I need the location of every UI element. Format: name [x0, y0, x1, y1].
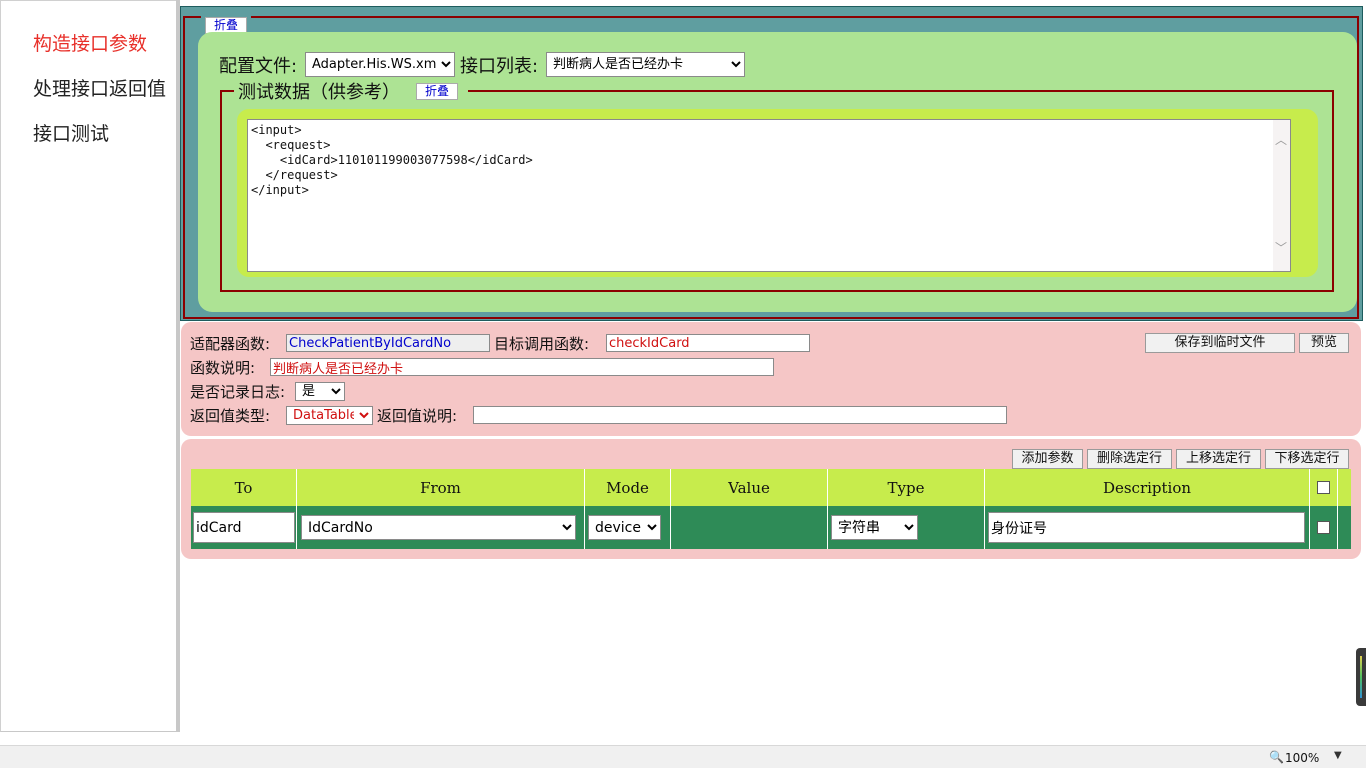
main-content: 折叠 配置文件: Adapter.His.WS.xml 接口列表: 判断病人是否… — [180, 0, 1366, 732]
nav-item-build-params[interactable]: 构造接口参数 — [33, 29, 147, 56]
interface-list-label: 接口列表: — [460, 56, 539, 77]
config-file-label: 配置文件: — [219, 56, 298, 77]
test-data-fieldset: 测试数据（供参考） 折叠 <input> <request> <idCard>1… — [220, 80, 1334, 292]
side-panel-handle[interactable] — [1356, 648, 1366, 706]
test-data-legend: 测试数据（供参考） — [238, 82, 400, 103]
row-from-select[interactable]: IdCardNo — [301, 515, 576, 540]
config-file-select[interactable]: Adapter.His.WS.xml — [305, 52, 455, 77]
col-header-to: To — [191, 469, 297, 506]
scroll-down-icon[interactable]: ﹀ — [1275, 242, 1287, 254]
zoom-icon[interactable]: 🔍 — [1269, 750, 1284, 764]
config-box: 配置文件: Adapter.His.WS.xml 接口列表: 判断病人是否已经办… — [198, 32, 1357, 312]
row-value-cell[interactable] — [671, 506, 828, 549]
row-to-input[interactable] — [193, 512, 295, 543]
return-desc-input[interactable] — [473, 406, 1007, 424]
move-down-button[interactable]: 下移选定行 — [1265, 449, 1349, 469]
col-header-description: Description — [985, 469, 1310, 506]
delete-row-button[interactable]: 删除选定行 — [1087, 449, 1172, 469]
zoom-level[interactable]: 100% — [1285, 751, 1319, 765]
row-description-input[interactable] — [988, 512, 1305, 543]
col-header-value: Value — [671, 469, 828, 506]
interface-list-select[interactable]: 判断病人是否已经办卡 — [546, 52, 745, 77]
function-desc-label: 函数说明: — [190, 359, 256, 377]
col-header-select — [1310, 469, 1338, 506]
function-desc-input[interactable] — [270, 358, 774, 376]
row-select-checkbox[interactable] — [1317, 521, 1330, 534]
test-data-box: <input> <request> <idCard>11010119900307… — [237, 109, 1318, 277]
adapter-function-label: 适配器函数: — [190, 335, 271, 353]
adapter-function-input[interactable] — [286, 334, 490, 352]
save-temp-file-button[interactable]: 保存到临时文件 — [1145, 333, 1295, 353]
params-table: To From Mode Value Type Description IdCa… — [191, 469, 1351, 549]
col-header-type: Type — [828, 469, 985, 506]
return-desc-label: 返回值说明: — [377, 407, 458, 425]
preview-button[interactable]: 预览 — [1299, 333, 1349, 353]
target-function-input[interactable] — [606, 334, 810, 352]
config-panel: 折叠 配置文件: Adapter.His.WS.xml 接口列表: 判断病人是否… — [180, 6, 1363, 321]
params-panel: 添加参数 删除选定行 上移选定行 下移选定行 To From Mode Valu… — [181, 439, 1361, 559]
textarea-scrollbar[interactable]: ︿ ﹀ — [1273, 120, 1290, 271]
left-nav: 构造接口参数 处理接口返回值 接口测试 — [0, 0, 176, 732]
nav-item-handle-return[interactable]: 处理接口返回值 — [33, 74, 166, 101]
target-function-label: 目标调用函数: — [494, 335, 590, 353]
test-data-xml: <input> <request> <idCard>11010119900307… — [251, 123, 533, 197]
log-select[interactable]: 是 — [295, 382, 345, 401]
move-up-button[interactable]: 上移选定行 — [1176, 449, 1261, 469]
col-header-from: From — [297, 469, 585, 506]
scroll-up-icon[interactable]: ︿ — [1275, 134, 1287, 146]
log-label: 是否记录日志: — [190, 383, 286, 401]
test-data-textarea[interactable]: <input> <request> <idCard>11010119900307… — [247, 119, 1291, 272]
collapse-test-data-button[interactable]: 折叠 — [416, 83, 459, 100]
add-param-button[interactable]: 添加参数 — [1012, 449, 1083, 469]
nav-item-interface-test[interactable]: 接口测试 — [33, 119, 109, 146]
chevron-down-icon[interactable]: ▼ — [1334, 750, 1342, 761]
return-type-label: 返回值类型: — [190, 407, 271, 425]
config-fieldset: 折叠 配置文件: Adapter.His.WS.xml 接口列表: 判断病人是否… — [183, 16, 1359, 319]
col-header-mode: Mode — [585, 469, 671, 506]
status-bar: 🔍 100% ▼ — [0, 745, 1366, 768]
row-type-select[interactable]: 字符串 — [831, 515, 918, 540]
return-type-select[interactable]: DataTable — [286, 406, 373, 425]
row-mode-select[interactable]: device — [588, 515, 661, 540]
function-panel: 适配器函数: 目标调用函数: 保存到临时文件 预览 函数说明: 是否记录日志: … — [181, 322, 1361, 436]
select-all-checkbox[interactable] — [1317, 481, 1330, 494]
